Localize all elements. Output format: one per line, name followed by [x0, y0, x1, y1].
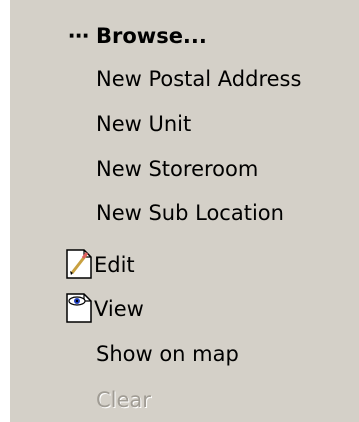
- menu-item-label: New Sub Location: [96, 201, 284, 225]
- menu-item-edit[interactable]: Edit: [66, 245, 135, 285]
- context-menu: ⋯ Browse... New Postal Address New Unit N…: [10, 0, 359, 422]
- menu-item-new-unit[interactable]: New Unit: [96, 104, 191, 144]
- menu-item-label: View: [94, 297, 144, 321]
- menu-item-new-postal-address[interactable]: New Postal Address: [96, 59, 301, 99]
- menu-item-view[interactable]: View: [66, 289, 144, 329]
- menu-item-browse[interactable]: ⋯ Browse...: [68, 16, 207, 56]
- view-icon: [66, 293, 92, 323]
- edit-icon: [66, 249, 92, 279]
- menu-item-label: Edit: [94, 253, 135, 277]
- menu-item-label: Clear: [96, 388, 151, 412]
- menu-item-label: New Storeroom: [96, 157, 259, 181]
- menu-item-new-storeroom[interactable]: New Storeroom: [96, 149, 258, 189]
- menu-item-new-sub-location[interactable]: New Sub Location: [96, 193, 284, 233]
- ellipsis-icon: ⋯: [68, 24, 90, 48]
- menu-item-label: Browse...: [96, 24, 207, 48]
- menu-item-clear: Clear: [96, 380, 151, 420]
- menu-item-label: New Unit: [96, 112, 192, 136]
- menu-item-show-on-map[interactable]: Show on map: [96, 334, 239, 374]
- menu-item-label: Show on map: [96, 342, 239, 366]
- menu-item-label: New Postal Address: [96, 67, 302, 91]
